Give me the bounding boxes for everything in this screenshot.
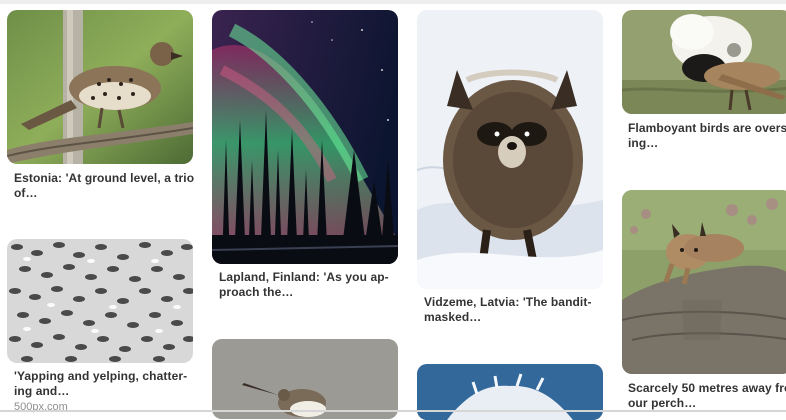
pin-image-raccoon-dog[interactable] xyxy=(417,10,603,289)
pin-image-aurora[interactable] xyxy=(212,10,398,264)
pin-caption-aurora-line2: proach the… xyxy=(219,285,294,299)
top-divider xyxy=(0,0,786,4)
pin-caption-lynx[interactable]: Scarcely 50 metres away fron our perch… xyxy=(628,381,786,411)
pin-caption-bustard[interactable]: Flamboyant birds are oversex ing… xyxy=(628,121,786,151)
pin-caption-bustard-line2: ing… xyxy=(628,136,659,150)
pin-caption-geese-line1: 'Yapping and yelping, chatter- xyxy=(14,369,188,383)
pin-image-lynx[interactable] xyxy=(622,190,786,374)
pin-caption-grouse-line1: Estonia: 'At ground level, a trio xyxy=(14,171,195,185)
pin-caption-raccoon-dog[interactable]: Vidzeme, Latvia: 'The bandit- masked… xyxy=(424,295,606,325)
pin-caption-geese-line2: ing and… xyxy=(14,384,70,398)
pin-image-bustard[interactable] xyxy=(622,10,786,114)
pin-image-geese[interactable] xyxy=(7,239,193,363)
pin-image-sandpiper[interactable] xyxy=(212,339,398,419)
pin-caption-aurora-line1: Lapland, Finland: 'As you ap- xyxy=(219,270,389,284)
pin-image-grouse[interactable] xyxy=(7,10,193,164)
pin-caption-raccoon-dog-line1: Vidzeme, Latvia: 'The bandit- xyxy=(424,295,592,309)
pin-caption-geese[interactable]: 'Yapping and yelping, chatter- ing and… xyxy=(14,369,196,399)
pin-caption-raccoon-dog-line2: masked… xyxy=(424,310,482,324)
pin-caption-aurora[interactable]: Lapland, Finland: 'As you ap- proach the… xyxy=(219,270,401,300)
pin-caption-bustard-line1: Flamboyant birds are oversex xyxy=(628,121,786,135)
pin-caption-grouse[interactable]: Estonia: 'At ground level, a trio of… xyxy=(14,171,196,201)
pin-caption-lynx-line1: Scarcely 50 metres away fron xyxy=(628,381,786,395)
pin-caption-lynx-line2: our perch… xyxy=(628,396,697,410)
pin-caption-grouse-line2: of… xyxy=(14,186,38,200)
